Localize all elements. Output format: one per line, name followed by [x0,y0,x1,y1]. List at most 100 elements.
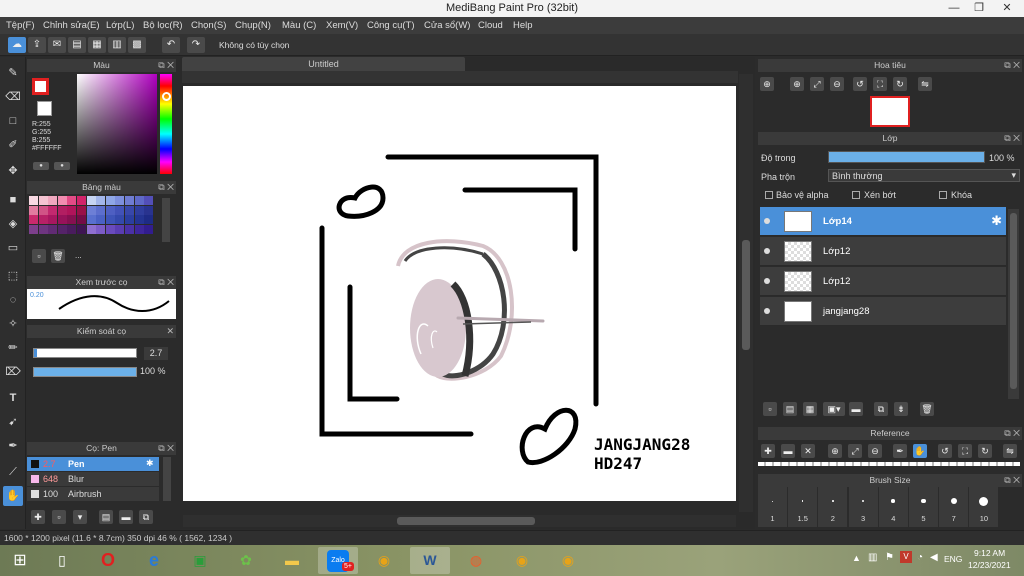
palette-swatch[interactable] [134,205,144,215]
palette-swatch[interactable] [115,205,125,215]
panel-close-icon[interactable]: ⧉ ✕ [1004,132,1020,145]
brush-item-pen[interactable]: 2.7 Pen ✱ [27,457,159,471]
add-brush-icon[interactable]: ✚ [31,510,45,524]
close-button[interactable]: ✕ [994,0,1020,17]
layer-opacity-slider[interactable] [828,151,985,163]
palette-scrollbar[interactable] [162,198,170,242]
menu-capture[interactable]: Chụp(N) [235,20,271,31]
menu-cloud[interactable]: Cloud [478,20,503,31]
zalo-icon[interactable]: Zalo 5+ [318,547,358,574]
document-tab[interactable]: Untitled [182,57,465,71]
flip-icon[interactable]: ⇋ [1003,444,1017,458]
tiles-icon[interactable]: ▩ [128,37,146,53]
layers-scroll-thumb[interactable] [1010,213,1017,389]
chat-icon[interactable]: ▤ [68,37,86,53]
add-reference-icon[interactable]: ✚ [761,444,775,458]
chrome-icon[interactable]: ◉ [364,547,404,574]
brush-size-slider[interactable] [33,348,137,358]
open-folder-icon[interactable]: ▬ [781,444,795,458]
palette-swatch[interactable] [125,215,134,225]
visibility-icon[interactable] [764,308,770,314]
visibility-icon[interactable] [764,218,770,224]
menu-select[interactable]: Chọn(S) [191,20,226,31]
panel-close-icon[interactable]: ⧉ ✕ [1004,474,1020,487]
panel-close-icon[interactable]: ⧉ ✕ [1004,59,1020,72]
palette-swatch[interactable] [134,215,144,225]
palette-more[interactable]: ... [75,251,82,260]
layer-row[interactable]: jangjang28 [760,297,1006,326]
menu-view[interactable]: Xem(V) [326,20,358,31]
palette-swatch[interactable] [96,215,106,225]
palette-swatch[interactable] [144,224,154,234]
palette-swatch[interactable] [67,205,77,215]
palette-swatch[interactable] [125,224,134,234]
bucket-tool-icon[interactable]: ◈ [3,214,23,234]
magic-wand-icon[interactable]: ✧ [3,314,23,334]
palette-swatch[interactable] [38,224,48,234]
copy-icon[interactable]: ⧉ [139,510,153,524]
menu-file[interactable]: Tệp(F) [6,20,35,31]
new-8bit-layer-icon[interactable]: ▦ [803,402,817,416]
new-brush-icon[interactable]: ▫ [52,510,66,524]
palette-swatch[interactable] [96,224,106,234]
brush-opacity-value[interactable]: 100 % [140,366,166,376]
palette-swatch[interactable] [38,215,48,225]
folder-icon[interactable]: ▬ [272,547,312,574]
palette-swatch-grid[interactable] [29,196,157,244]
palette-swatch[interactable] [67,215,77,225]
visibility-icon[interactable] [764,248,770,254]
operation-tool-icon[interactable]: ➹ [3,412,23,432]
gradient-tool-icon[interactable]: ▭ [3,238,23,258]
saturation-value-picker[interactable] [77,74,157,174]
tray-arrow-icon[interactable]: ▲ [852,553,861,563]
horizontal-scrollbar[interactable] [183,515,736,527]
clipping-checkbox[interactable] [852,191,860,199]
hand-icon[interactable]: ✋ [913,444,927,458]
grid-icon[interactable]: ▥ [108,37,126,53]
text-tool-icon[interactable]: T [3,388,23,408]
menu-color[interactable]: Màu (C) [282,20,316,31]
gear-icon[interactable]: ✱ [991,213,1002,229]
menu-layer[interactable]: Lớp(L) [106,20,134,31]
panel-close-icon[interactable]: ⧉ ✕ [158,276,174,289]
palette-swatch[interactable] [29,196,38,205]
palette-swatch[interactable] [57,205,67,215]
protect-alpha-checkbox[interactable] [765,191,773,199]
visibility-icon[interactable] [764,278,770,284]
tray-language[interactable]: ENG [944,554,962,564]
brush-size-value[interactable]: 2.7 [144,347,168,360]
palette-swatch[interactable] [86,205,96,215]
store-icon[interactable]: ▣ [180,547,220,574]
primary-color-swatch[interactable] [32,78,49,95]
palette-swatch[interactable] [86,196,96,205]
folder-icon[interactable]: ▬ [119,510,133,524]
fit-icon[interactable]: ⤢ [848,444,862,458]
panel-close-icon[interactable]: ⧉ ✕ [1004,427,1020,440]
palette-swatch[interactable] [96,196,106,205]
palette-swatch[interactable] [57,224,67,234]
zoom-out-icon[interactable]: ⊖ [830,77,844,91]
palette-swatch[interactable] [105,205,115,215]
palette-swatch[interactable] [144,205,154,215]
palette-swatch[interactable] [115,224,125,234]
pen-tool-icon[interactable]: ✐ [3,135,23,155]
folder-icon[interactable]: ▬ [849,402,863,416]
palette-swatch[interactable] [134,196,144,205]
palette-swatch[interactable] [29,224,38,234]
chrome-icon[interactable]: ◉ [502,547,542,574]
palette-swatch[interactable] [77,215,86,225]
palette-swatch[interactable] [105,224,115,234]
palette-swatch[interactable] [29,205,38,215]
swap-color-button[interactable]: ● [33,162,49,170]
blend-mode-select[interactable]: Bình thường ▾ [828,169,1020,182]
fit-icon[interactable]: ⤢ [810,77,824,91]
zoom-out-icon[interactable]: ⊖ [868,444,882,458]
duplicate-layer-icon[interactable]: ⧉ [874,402,888,416]
delete-palette-icon[interactable]: 🗑 [51,249,65,263]
hue-handle[interactable] [162,92,171,101]
add-palette-icon[interactable]: ▫ [32,249,46,263]
layers-scrollbar[interactable] [1008,209,1019,399]
palette-swatch[interactable] [115,215,125,225]
palette-swatch[interactable] [115,196,125,205]
palette-swatch[interactable] [48,196,58,205]
